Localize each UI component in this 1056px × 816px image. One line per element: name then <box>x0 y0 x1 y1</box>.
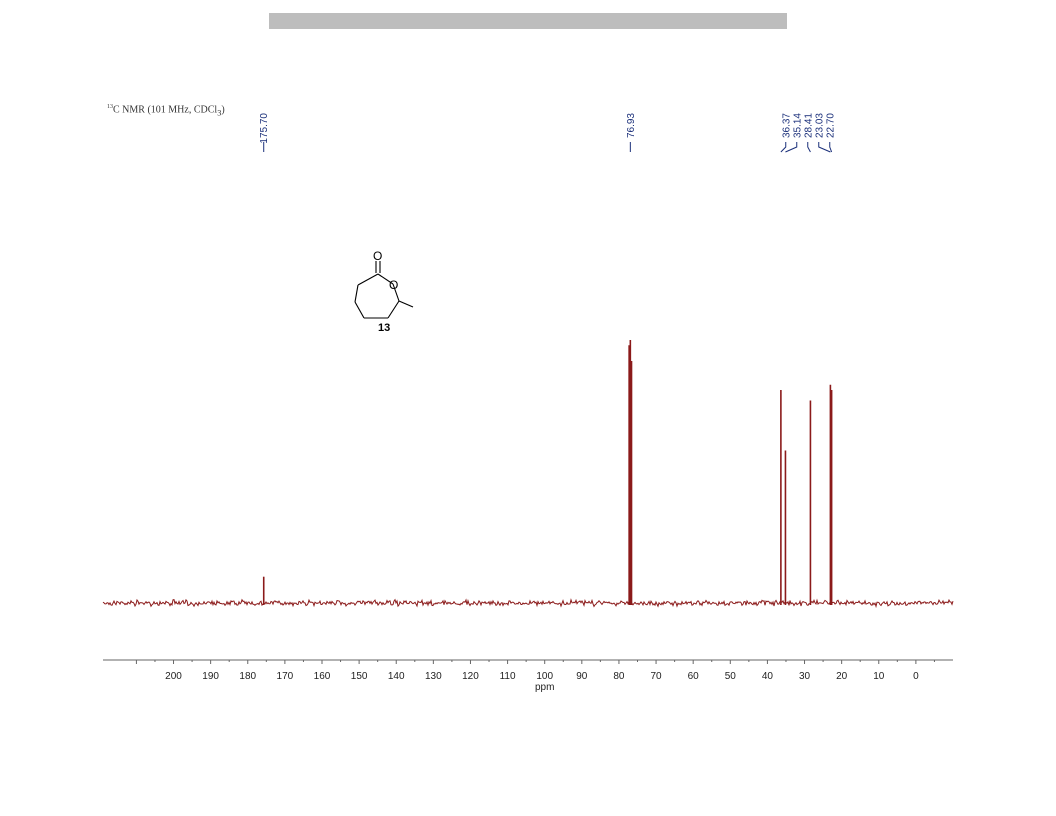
peak-label-connector <box>785 142 798 153</box>
x-tick-label: 20 <box>836 671 848 682</box>
spectrum-trace <box>102 340 954 609</box>
x-tick-label: 0 <box>913 671 919 682</box>
carbonyl-oxygen-label: O <box>373 249 382 263</box>
x-tick-label: 160 <box>314 671 331 682</box>
peak-label-connector <box>818 142 831 153</box>
baseline-noise <box>102 598 954 609</box>
peak-label: 76.93 <box>626 113 637 138</box>
peak-label-connector <box>807 142 811 153</box>
x-tick-label: 140 <box>388 671 405 682</box>
x-tick-label: 50 <box>725 671 737 682</box>
x-tick-label: 110 <box>500 671 516 682</box>
peak-labels: 175.70 76.93 36.37 35.14 28.41 23.03 22.70 <box>259 113 836 153</box>
peak-label: 35.14 <box>792 113 803 138</box>
x-tick-label: 200 <box>165 671 182 682</box>
bond <box>398 300 414 308</box>
peak-label: 175.70 <box>259 113 270 144</box>
x-axis-label: ppm <box>535 682 554 693</box>
x-tick-label: 170 <box>277 671 294 682</box>
peak-label-connector <box>780 142 787 153</box>
x-tick-label: 130 <box>425 671 442 682</box>
peak-label-connector <box>829 142 833 153</box>
x-axis: 200 190 180 170 160 150 140 130 120 110 100 90 80 70 6… <box>103 659 953 693</box>
x-tick-label: 40 <box>762 671 774 682</box>
x-tick-label: 70 <box>650 671 662 682</box>
x-tick-label: 30 <box>799 671 811 682</box>
peak-label: 22.70 <box>825 113 836 138</box>
x-tick-label: 120 <box>462 671 479 682</box>
bond <box>357 273 379 286</box>
x-tick-label: 80 <box>613 671 625 682</box>
bond <box>354 301 365 319</box>
compound-number: 13 <box>378 322 390 334</box>
x-tick-label: 90 <box>576 671 588 682</box>
ring-oxygen-label: O <box>389 278 398 292</box>
nmr-spectrum-chart: O O 13 200 190 180 170 160 150 140 130 120 110 100… <box>102 113 954 693</box>
peak-label: 36.37 <box>781 113 792 138</box>
x-tick-label: 190 <box>202 671 219 682</box>
x-tick-label: 10 <box>873 671 885 682</box>
peak-label: 23.03 <box>814 113 825 138</box>
bond <box>354 284 359 303</box>
bond <box>387 300 400 319</box>
x-tick-label: 150 <box>351 671 368 682</box>
x-tick-label: 100 <box>536 671 553 682</box>
peak-label: 28.41 <box>803 113 814 138</box>
x-tick-label: 180 <box>239 671 256 682</box>
x-tick-label: 60 <box>688 671 700 682</box>
molecule-structure <box>354 261 414 319</box>
